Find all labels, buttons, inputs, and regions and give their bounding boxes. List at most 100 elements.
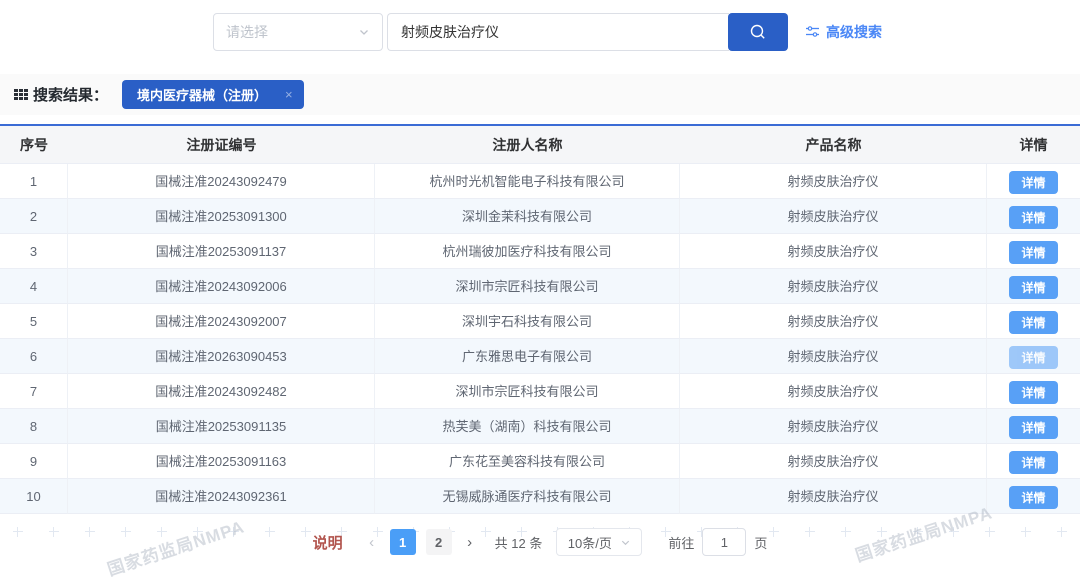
goto-prefix-label: 前往: [668, 533, 694, 552]
table-row: 4 国械注准20243092006 深圳市宗匠科技有限公司 射频皮肤治疗仪 详情: [0, 269, 1080, 304]
table-row: 5 国械注准20243092007 深圳宇石科技有限公司 射频皮肤治疗仪 详情: [0, 304, 1080, 339]
table-header: 序号 注册证编号 注册人名称 产品名称 详情: [0, 126, 1080, 164]
prev-page-button[interactable]: ‹: [359, 529, 385, 555]
page-size-select[interactable]: 10条/页: [556, 528, 642, 556]
row-index: 3: [0, 234, 68, 269]
registrant-name: 杭州时光机智能电子科技有限公司: [375, 164, 680, 199]
product-name: 射频皮肤治疗仪: [680, 374, 987, 409]
detail-cell: 详情: [987, 444, 1080, 479]
registration-number: 国械注准20243092479: [68, 164, 375, 199]
page-button-2[interactable]: 2: [426, 529, 452, 555]
page-size-value: 10条/页: [568, 533, 612, 552]
chevron-down-icon: [620, 537, 631, 548]
header-detail: 详情: [987, 126, 1080, 164]
header-registrant-name: 注册人名称: [375, 126, 680, 164]
pagination-bar: 说明 ‹ 1 2 › 共 12 条 10条/页 前往 页: [0, 528, 1080, 556]
table-row: 9 国械注准20253091163 广东花至美容科技有限公司 射频皮肤治疗仪 详…: [0, 444, 1080, 479]
detail-button[interactable]: 详情: [1009, 416, 1057, 439]
row-index: 1: [0, 164, 68, 199]
header-index: 序号: [0, 126, 68, 164]
result-filter-tag-label: 境内医疗器械（注册）: [137, 85, 267, 104]
row-index: 8: [0, 409, 68, 444]
detail-cell: 详情: [987, 164, 1080, 199]
registrant-name: 深圳宇石科技有限公司: [375, 304, 680, 339]
detail-button[interactable]: 详情: [1009, 451, 1057, 474]
search-button[interactable]: [728, 13, 788, 51]
registration-number: 国械注准20243092361: [68, 479, 375, 514]
registrant-name: 杭州瑞彼加医疗科技有限公司: [375, 234, 680, 269]
result-filter-tag[interactable]: 境内医疗器械（注册） ×: [122, 80, 304, 109]
registration-number: 国械注准20263090453: [68, 339, 375, 374]
chevron-down-icon: [358, 26, 370, 38]
category-select-placeholder: 请选择: [226, 22, 268, 42]
table-row: 3 国械注准20253091137 杭州瑞彼加医疗科技有限公司 射频皮肤治疗仪 …: [0, 234, 1080, 269]
goto-page-input[interactable]: [702, 528, 746, 556]
table-row: 6 国械注准20263090453 广东雅思电子有限公司 射频皮肤治疗仪 详情: [0, 339, 1080, 374]
registration-number: 国械注准20243092482: [68, 374, 375, 409]
tag-close-icon[interactable]: ×: [285, 87, 293, 102]
table-row: 7 国械注准20243092482 深圳市宗匠科技有限公司 射频皮肤治疗仪 详情: [0, 374, 1080, 409]
product-name: 射频皮肤治疗仪: [680, 199, 987, 234]
detail-button[interactable]: 详情: [1009, 346, 1057, 369]
table-row: 8 国械注准20253091135 热芙美（湖南）科技有限公司 射频皮肤治疗仪 …: [0, 409, 1080, 444]
advanced-search-link[interactable]: 高级搜索: [805, 22, 882, 42]
footer: 国家药监局NMPA 国家药监局NMPA 说明 ‹ 1 2 › 共 12 条 10…: [0, 514, 1080, 562]
detail-button[interactable]: 详情: [1009, 206, 1057, 229]
registrant-name: 无锡威脉通医疗科技有限公司: [375, 479, 680, 514]
product-name: 射频皮肤治疗仪: [680, 339, 987, 374]
next-page-button[interactable]: ›: [457, 529, 483, 555]
registration-number: 国械注准20253091137: [68, 234, 375, 269]
keyword-input[interactable]: [387, 13, 729, 51]
table-row: 10 国械注准20243092361 无锡威脉通医疗科技有限公司 射频皮肤治疗仪…: [0, 479, 1080, 514]
table-body: 1 国械注准20243092479 杭州时光机智能电子科技有限公司 射频皮肤治疗…: [0, 164, 1080, 514]
row-index: 2: [0, 199, 68, 234]
detail-button[interactable]: 详情: [1009, 241, 1057, 264]
product-name: 射频皮肤治疗仪: [680, 269, 987, 304]
search-results-band: 搜索结果： 境内医疗器械（注册） ×: [0, 74, 1080, 115]
search-icon: [748, 22, 768, 42]
results-label: 搜索结果：: [33, 84, 108, 105]
goto-suffix-label: 页: [754, 533, 767, 552]
product-name: 射频皮肤治疗仪: [680, 164, 987, 199]
registrant-name: 热芙美（湖南）科技有限公司: [375, 409, 680, 444]
detail-button[interactable]: 详情: [1009, 276, 1057, 299]
product-name: 射频皮肤治疗仪: [680, 304, 987, 339]
registration-number: 国械注准20253091300: [68, 199, 375, 234]
grid-icon: [14, 89, 28, 100]
page-button-1[interactable]: 1: [390, 529, 416, 555]
detail-cell: 详情: [987, 199, 1080, 234]
detail-button[interactable]: 详情: [1009, 381, 1057, 404]
search-bar: 请选择 高级搜索: [213, 13, 882, 51]
row-index: 5: [0, 304, 68, 339]
detail-button[interactable]: 详情: [1009, 171, 1057, 194]
row-index: 4: [0, 269, 68, 304]
detail-button[interactable]: 详情: [1009, 486, 1057, 509]
registration-number: 国械注准20253091135: [68, 409, 375, 444]
table-row: 2 国械注准20253091300 深圳金茉科技有限公司 射频皮肤治疗仪 详情: [0, 199, 1080, 234]
registrant-name: 广东花至美容科技有限公司: [375, 444, 680, 479]
header-product-name: 产品名称: [680, 126, 987, 164]
row-index: 10: [0, 479, 68, 514]
detail-cell: 详情: [987, 374, 1080, 409]
row-index: 9: [0, 444, 68, 479]
product-name: 射频皮肤治疗仪: [680, 234, 987, 269]
row-index: 7: [0, 374, 68, 409]
sliders-icon: [805, 25, 820, 39]
header-registration-number: 注册证编号: [68, 126, 375, 164]
results-table: 序号 注册证编号 注册人名称 产品名称 详情 1 国械注准20243092479…: [0, 124, 1080, 514]
category-select[interactable]: 请选择: [213, 13, 383, 51]
total-count-label: 共 12 条: [495, 533, 543, 552]
detail-cell: 详情: [987, 234, 1080, 269]
registration-number: 国械注准20243092007: [68, 304, 375, 339]
detail-cell: 详情: [987, 269, 1080, 304]
registrant-name: 深圳市宗匠科技有限公司: [375, 374, 680, 409]
product-name: 射频皮肤治疗仪: [680, 409, 987, 444]
detail-button[interactable]: 详情: [1009, 311, 1057, 334]
detail-cell: 详情: [987, 409, 1080, 444]
goto-page-group: 前往 页: [668, 528, 767, 556]
detail-cell: 详情: [987, 339, 1080, 374]
note-link[interactable]: 说明: [313, 532, 343, 553]
detail-cell: 详情: [987, 479, 1080, 514]
detail-cell: 详情: [987, 304, 1080, 339]
registration-number: 国械注准20243092006: [68, 269, 375, 304]
